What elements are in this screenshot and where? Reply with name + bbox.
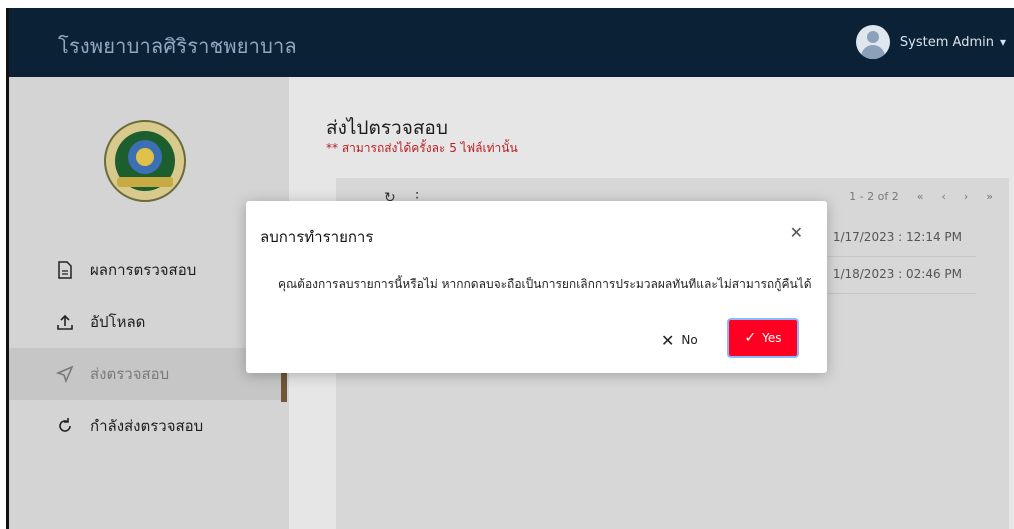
dialog-message: คุณต้องการลบรายการนี้หรือไม่ หากกดลบจะถื…	[278, 277, 812, 291]
check-icon: ✓	[744, 330, 757, 346]
app-window: โรงพยาบาลศิริราชพยาบาล System Admin ▾ ผล…	[6, 8, 1014, 529]
window-border	[6, 8, 9, 529]
close-icon: ✕	[661, 330, 675, 350]
yes-label: Yes	[762, 331, 782, 345]
no-label: No	[681, 333, 698, 347]
no-button[interactable]: ✕ No	[661, 324, 698, 356]
close-icon[interactable]: ✕	[790, 223, 803, 242]
delete-confirm-dialog: ลบการทำรายการ ✕ คุณต้องการลบรายการนี้หรื…	[246, 201, 827, 373]
yes-button[interactable]: ✓ Yes	[727, 318, 799, 358]
dialog-title: ลบการทำรายการ	[260, 228, 374, 246]
